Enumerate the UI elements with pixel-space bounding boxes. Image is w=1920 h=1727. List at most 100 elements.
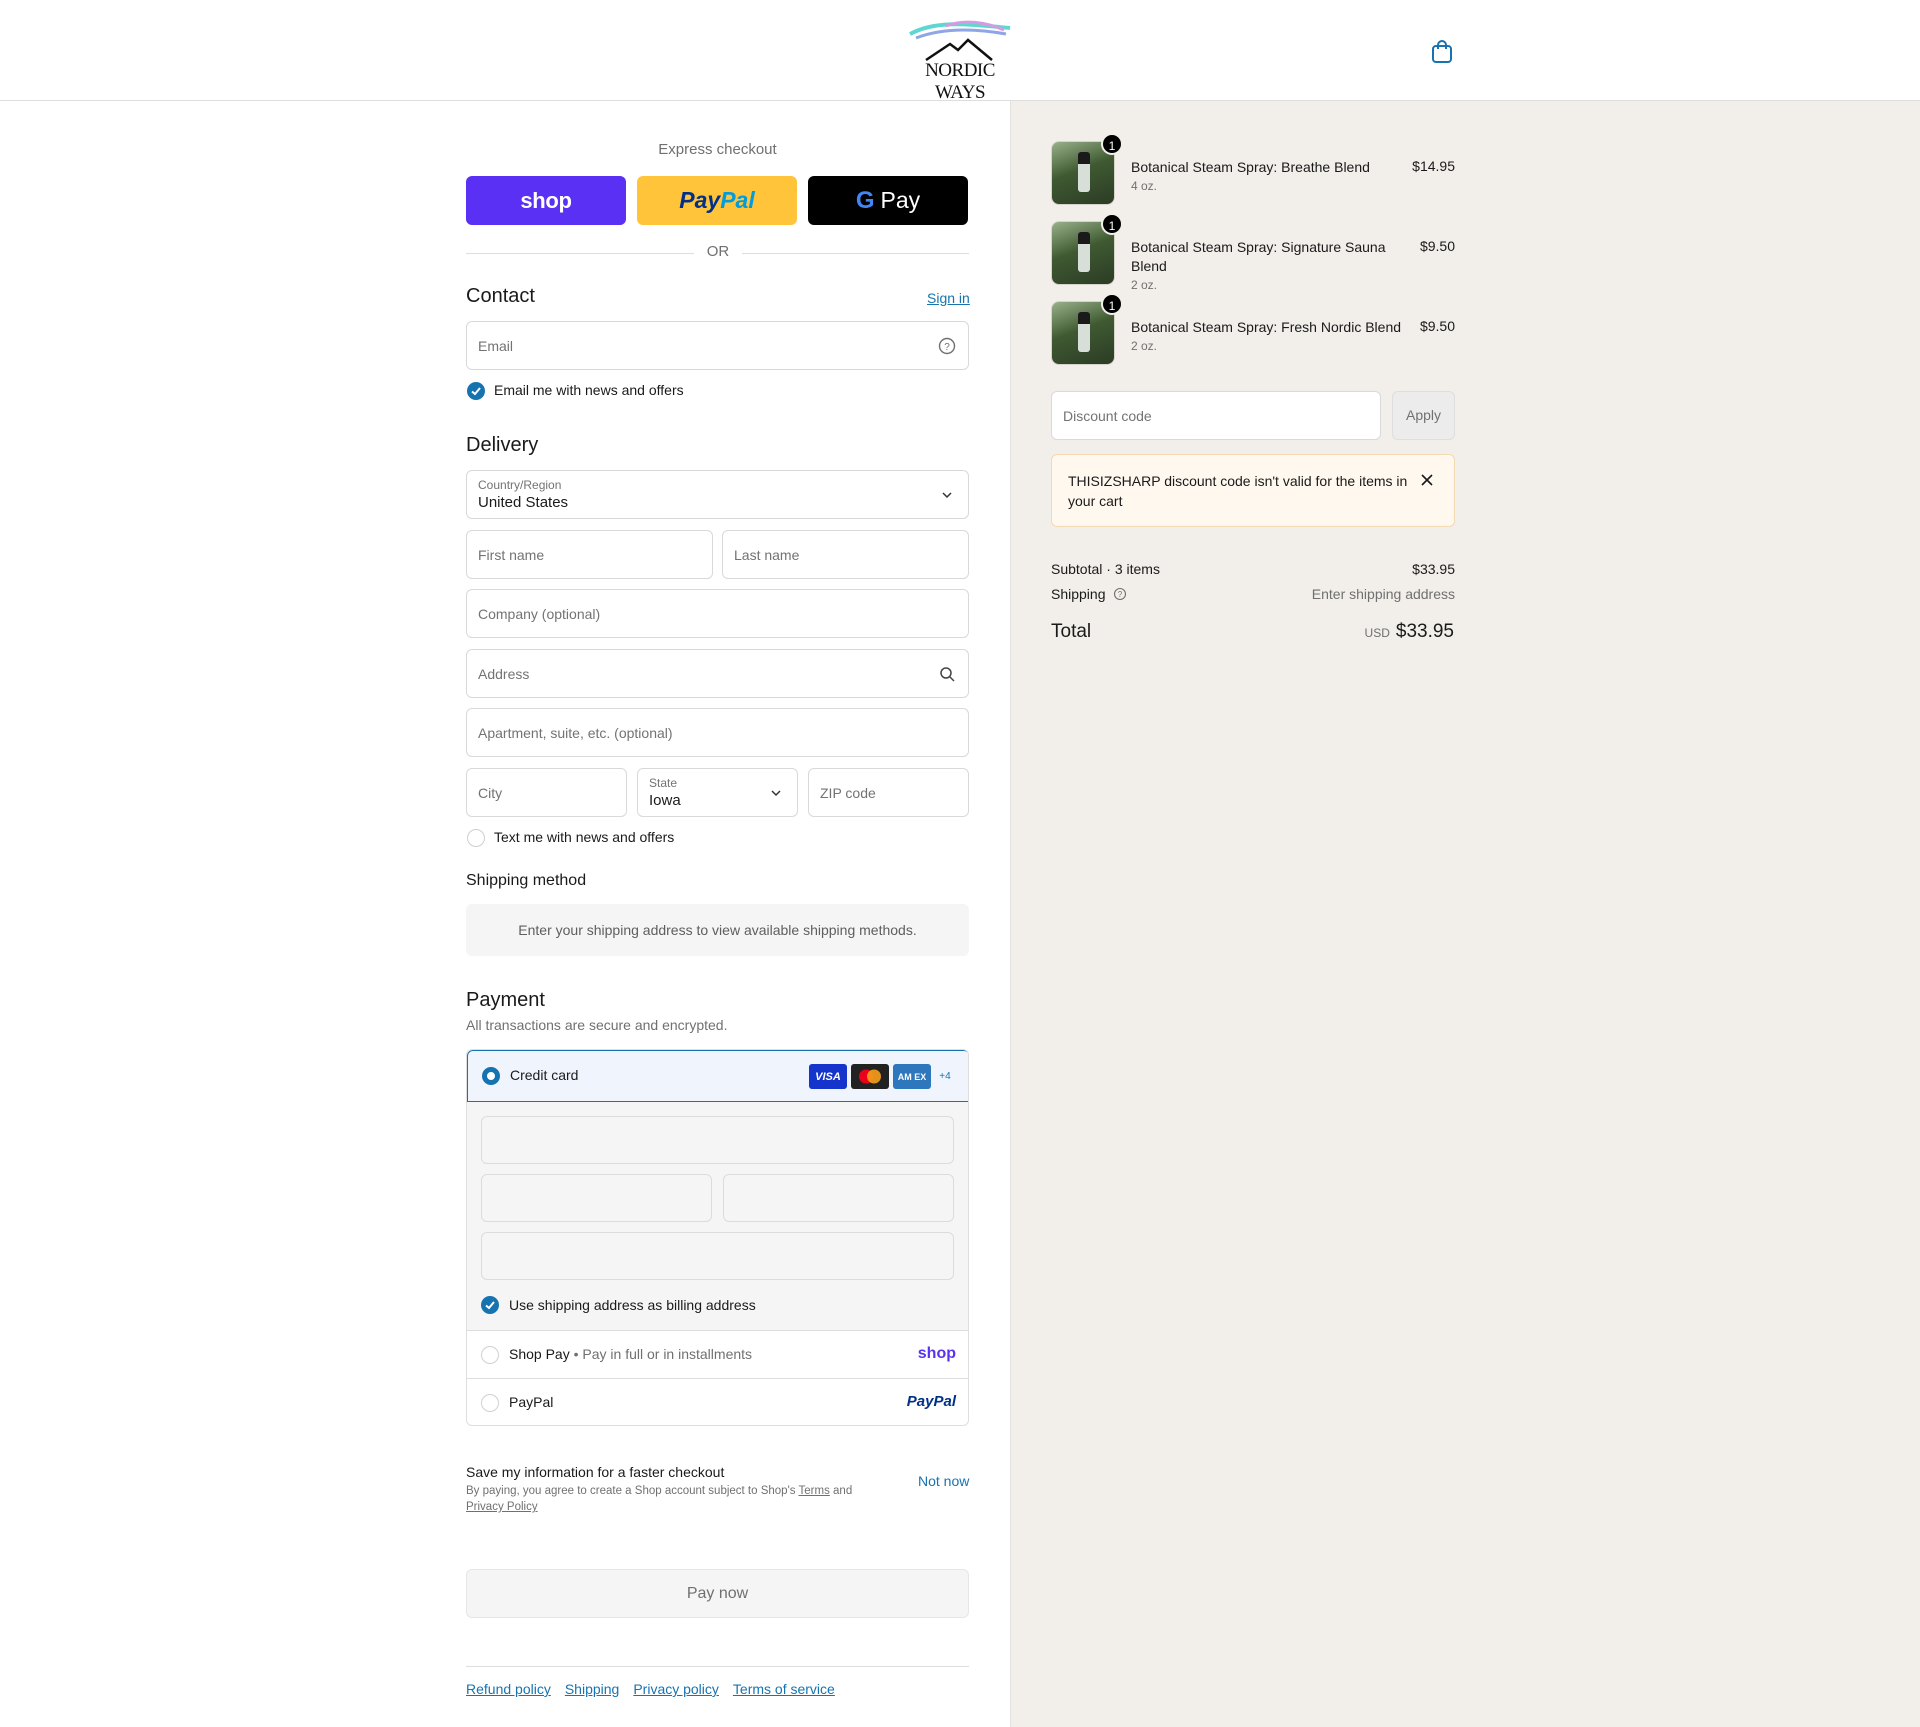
- currency-code: USD: [1364, 626, 1390, 640]
- item-name: Botanical Steam Spray: Signature Sauna B…: [1131, 238, 1411, 295]
- help-circle-icon[interactable]: ?: [938, 337, 956, 355]
- shipping-method-title: Shipping method: [466, 872, 587, 889]
- billing-address-checkbox[interactable]: [481, 1296, 499, 1314]
- discount-placeholder: Discount code: [1063, 408, 1152, 424]
- credit-card-form: Use shipping address as billing address: [467, 1102, 968, 1331]
- contact-title: Contact: [466, 285, 535, 307]
- shop-pay-option[interactable]: Shop Pay • Pay in full or in installment…: [467, 1331, 968, 1379]
- not-now-link[interactable]: Not now: [918, 1473, 969, 1489]
- store-logo[interactable]: NORDIC WAYS: [900, 18, 1020, 103]
- discount-code-input[interactable]: Discount code: [1051, 391, 1381, 440]
- country-select[interactable]: Country/Region United States: [466, 470, 969, 519]
- email-placeholder: Email: [478, 338, 514, 354]
- apartment-field[interactable]: Apartment, suite, etc. (optional): [466, 708, 969, 757]
- help-circle-icon[interactable]: ?: [1113, 587, 1127, 601]
- shop-pay-radio[interactable]: [481, 1346, 499, 1364]
- paypal-logo: PayPal: [906, 1393, 956, 1410]
- shop-terms-link[interactable]: Terms: [799, 1485, 830, 1497]
- order-summary: 1 Botanical Steam Spray: Breathe Blend 4 …: [1010, 101, 1920, 1727]
- shipping-link[interactable]: Shipping: [565, 1681, 620, 1697]
- google-pay-express-button[interactable]: G Pay: [808, 176, 968, 225]
- company-field[interactable]: Company (optional): [466, 589, 969, 638]
- zip-placeholder: ZIP code: [820, 785, 876, 801]
- check-icon: [485, 1301, 495, 1310]
- address-field[interactable]: Address: [466, 649, 969, 698]
- subtotal-value: $33.95: [1412, 561, 1455, 577]
- last-name-field[interactable]: Last name: [722, 530, 969, 579]
- shipping-row: Shipping ? Enter shipping address: [1051, 586, 1455, 602]
- save-info-title: Save my information for a faster checkou…: [466, 1464, 725, 1480]
- card-expiry-field[interactable]: [481, 1174, 712, 1222]
- first-name-placeholder: First name: [478, 547, 545, 563]
- google-g-icon: G: [855, 186, 875, 214]
- close-icon[interactable]: [1420, 473, 1434, 487]
- payment-subtitle: All transactions are secure and encrypte…: [466, 1017, 728, 1033]
- quantity-badge: 1: [1101, 213, 1123, 235]
- pay-now-button[interactable]: Pay now: [466, 1569, 969, 1618]
- total-label: Total: [1051, 621, 1092, 642]
- shop-privacy-link[interactable]: Privacy Policy: [466, 1501, 538, 1513]
- item-price: $14.95: [1412, 158, 1455, 174]
- discount-error-text: THISIZSHARP discount code isn't valid fo…: [1068, 473, 1408, 509]
- text-news-checkbox[interactable]: [467, 829, 485, 847]
- paypal-express-button[interactable]: Pay Pal: [637, 176, 797, 225]
- shop-pay-express-label: shop: [520, 187, 572, 213]
- paypal-label-a: Pay: [679, 187, 721, 213]
- first-name-field[interactable]: First name: [466, 530, 713, 579]
- company-placeholder: Company (optional): [478, 606, 601, 622]
- zip-field[interactable]: ZIP code: [808, 768, 969, 817]
- card-cvv-field[interactable]: [723, 1174, 954, 1222]
- card-number-field[interactable]: [481, 1116, 954, 1164]
- shop-pay-logo: shop: [917, 1345, 956, 1362]
- shipping-method-message: Enter your shipping address to view avai…: [466, 904, 969, 956]
- sign-in-link[interactable]: Sign in: [927, 290, 970, 306]
- city-placeholder: City: [478, 785, 503, 801]
- item-variant: 2 oz.: [1131, 278, 1158, 292]
- paypal-option[interactable]: PayPal PayPal: [467, 1379, 968, 1425]
- express-checkout-title: Express checkout: [658, 141, 777, 158]
- chevron-down-icon: [942, 492, 952, 499]
- item-price: $9.50: [1419, 318, 1455, 334]
- logo-text: NORDIC WAYS: [925, 60, 995, 103]
- bottle-image: [1078, 152, 1090, 192]
- email-field[interactable]: Email ?: [466, 321, 969, 370]
- list-item: 1 Botanical Steam Spray: Signature Sauna…: [1051, 213, 1455, 292]
- quantity-badge: 1: [1101, 133, 1123, 155]
- terms-of-service-link[interactable]: Terms of service: [733, 1681, 835, 1697]
- paypal-radio[interactable]: [481, 1394, 499, 1412]
- check-icon: [471, 387, 481, 396]
- email-news-label: Email me with news and offers: [494, 382, 684, 398]
- shop-pay-subtext: • Pay in full or in installments: [569, 1346, 753, 1362]
- shopping-bag-icon[interactable]: [1428, 38, 1456, 66]
- payment-title: Payment: [466, 989, 545, 1011]
- gpay-label: Pay: [880, 187, 921, 213]
- country-label: Country/Region: [478, 478, 562, 492]
- payment-options: Credit card VISA AM EX +4 Use shipping a…: [466, 1049, 969, 1426]
- footer-divider: [466, 1666, 969, 1667]
- save-info-text-a: By paying, you agree to create a Shop ac…: [466, 1485, 799, 1497]
- state-label: State: [649, 776, 678, 790]
- shop-pay-express-button[interactable]: shop: [466, 176, 626, 225]
- item-name-text: Botanical Steam Spray: Fresh Nordic Blen…: [1131, 319, 1402, 335]
- item-variant: 2 oz.: [1131, 339, 1158, 353]
- shop-pay-label: Shop Pay • Pay in full or in installment…: [509, 1346, 752, 1362]
- city-field[interactable]: City: [466, 768, 627, 817]
- svg-text:?: ?: [944, 342, 950, 353]
- amex-icon: AM EX: [893, 1064, 931, 1089]
- credit-card-radio[interactable]: [482, 1067, 500, 1085]
- apply-discount-button[interactable]: Apply: [1392, 391, 1455, 440]
- bottle-image: [1078, 312, 1090, 352]
- email-news-checkbox[interactable]: [467, 382, 485, 400]
- credit-card-label: Credit card: [510, 1067, 579, 1083]
- refund-policy-link[interactable]: Refund policy: [466, 1681, 551, 1697]
- privacy-policy-link[interactable]: Privacy policy: [633, 1681, 719, 1697]
- state-select[interactable]: State Iowa: [637, 768, 798, 817]
- item-name-text: Botanical Steam Spray: Signature Sauna B…: [1131, 239, 1386, 274]
- address-placeholder: Address: [478, 666, 530, 682]
- credit-card-option[interactable]: Credit card VISA AM EX +4: [467, 1050, 968, 1102]
- visa-icon: VISA: [809, 1064, 847, 1089]
- save-info-disclaimer: By paying, you agree to create a Shop ac…: [466, 1483, 886, 1515]
- total-value: USD $33.95: [1365, 621, 1454, 643]
- card-name-field[interactable]: [481, 1232, 954, 1280]
- paypal-label: PayPal: [509, 1394, 554, 1410]
